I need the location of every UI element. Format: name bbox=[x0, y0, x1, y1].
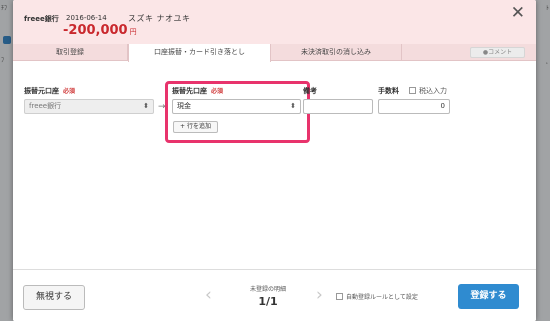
tab-reconcile[interactable]: 未決済取引の消し込み bbox=[271, 44, 402, 61]
comment-label: コメント bbox=[488, 49, 513, 56]
highlight-box bbox=[165, 81, 310, 143]
next-page-icon[interactable]: › bbox=[316, 287, 323, 304]
required-badge: 必須 bbox=[63, 88, 76, 95]
source-account-value: freee銀行 bbox=[29, 102, 62, 110]
memo-label: 備考 bbox=[303, 87, 317, 95]
unregistered-label: 未登録の明細 bbox=[249, 286, 286, 293]
source-account-select[interactable]: freee銀行 ⬍ bbox=[24, 99, 154, 114]
tax-included-checkbox[interactable] bbox=[409, 87, 416, 94]
transaction-amount: -200,000 円 bbox=[63, 23, 137, 38]
tax-included-toggle[interactable]: 税込入力 bbox=[409, 86, 447, 96]
page-count: 1/1 bbox=[258, 295, 278, 308]
comment-button[interactable]: ●コメント bbox=[470, 47, 525, 58]
close-icon[interactable]: ✕ bbox=[511, 5, 525, 22]
bank-name: freee銀行 bbox=[24, 15, 59, 23]
auto-rule-option[interactable]: 自動登録ルールとして設定 bbox=[336, 292, 418, 301]
fee-input[interactable]: 0 bbox=[378, 99, 450, 114]
transaction-date: 2016-06-14 bbox=[66, 14, 107, 22]
ignore-button[interactable]: 無視する bbox=[23, 285, 85, 310]
tab-transfer[interactable]: 口座振替・カード引き落とし bbox=[128, 44, 271, 62]
fee-label: 手数料 bbox=[378, 87, 399, 95]
tax-included-label: 税込入力 bbox=[419, 87, 447, 95]
transfer-modal: freee銀行 2016-06-14 スズキ ナオユキ -200,000 円 ✕ … bbox=[13, 0, 536, 321]
auto-rule-checkbox[interactable] bbox=[336, 293, 343, 300]
source-account-label: 振替元口座 必須 bbox=[24, 87, 76, 95]
auto-rule-label: 自動登録ルールとして設定 bbox=[346, 294, 418, 301]
modal-footer: 無視する ‹ 未登録の明細 1/1 › 自動登録ルールとして設定 登録する bbox=[13, 269, 536, 321]
register-button[interactable]: 登録する bbox=[458, 284, 519, 309]
memo-input[interactable] bbox=[303, 99, 373, 114]
modal-header: freee銀行 2016-06-14 スズキ ナオユキ -200,000 円 ✕ bbox=[13, 0, 536, 44]
transaction-description: スズキ ナオユキ bbox=[128, 14, 191, 23]
tab-bar: 取引登録 口座振替・カード引き落とし 未決済取引の消し込み ●コメント bbox=[13, 44, 536, 62]
prev-page-icon[interactable]: ‹ bbox=[205, 287, 212, 304]
amount-unit: 円 bbox=[129, 28, 137, 36]
tab-register-transaction[interactable]: 取引登録 bbox=[13, 44, 128, 61]
select-caret-icon: ⬍ bbox=[143, 102, 149, 110]
